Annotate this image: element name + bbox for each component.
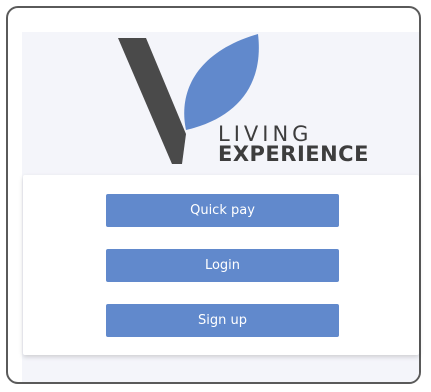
sign-up-button[interactable]: Sign up bbox=[106, 304, 339, 337]
login-button[interactable]: Login bbox=[106, 249, 339, 282]
logo-v-icon bbox=[118, 34, 259, 164]
brand-name-bottom: EXPERIENCE bbox=[218, 142, 369, 166]
brand-logo: LIVING EXPERIENCE bbox=[118, 32, 378, 192]
actions-card: Quick pay Login Sign up bbox=[23, 175, 419, 355]
quick-pay-button[interactable]: Quick pay bbox=[106, 194, 339, 227]
